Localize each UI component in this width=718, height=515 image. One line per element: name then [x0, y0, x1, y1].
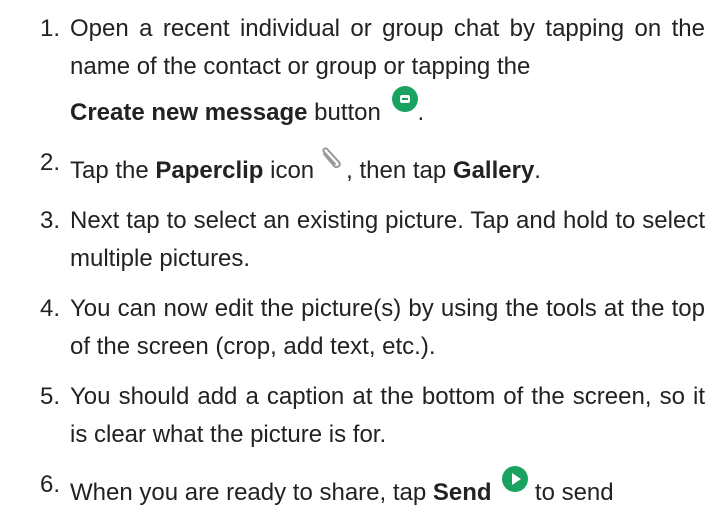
- create-message-icon: [391, 86, 418, 112]
- step-6: 6. When you are ready to share, tap Send…: [0, 466, 718, 512]
- step-3: 3. Next tap to select an existing pictur…: [0, 202, 718, 278]
- step-text: Next tap to select an existing picture. …: [70, 207, 705, 272]
- send-icon: [502, 466, 529, 492]
- step-text: You can now edit the picture(s) by using…: [70, 295, 705, 360]
- instructions-document: 1. Open a recent individual or group cha…: [0, 0, 718, 515]
- step-text: When you are ready to share, tap Send to…: [60, 466, 705, 512]
- step-text: Open a recent individual or group chat b…: [70, 15, 705, 126]
- step-text: You should add a caption at the bottom o…: [70, 383, 705, 448]
- step-number: 1.: [39, 15, 60, 42]
- step-4: 4. You can now edit the picture(s) by us…: [0, 290, 718, 366]
- step-number: 6.: [39, 471, 60, 498]
- step-5: 5. You should add a caption at the botto…: [0, 378, 718, 454]
- step-text: Tap the Paperclip icon, then tap Gallery…: [60, 144, 705, 190]
- step-number: 2.: [39, 149, 60, 176]
- gallery-label: Gallery: [452, 157, 535, 184]
- send-label: Send: [432, 479, 492, 506]
- step-2: 2. Tap the Paperclip icon, then tap Gall…: [0, 144, 718, 190]
- paperclip-icon: [316, 144, 346, 186]
- paperclip-label: Paperclip: [155, 157, 264, 184]
- create-new-message-label: Create new message: [70, 99, 308, 126]
- step-1: 1. Open a recent individual or group cha…: [0, 10, 718, 132]
- step-number: 5.: [39, 383, 60, 410]
- step-number: 3.: [39, 207, 60, 234]
- step-number: 4.: [39, 295, 60, 322]
